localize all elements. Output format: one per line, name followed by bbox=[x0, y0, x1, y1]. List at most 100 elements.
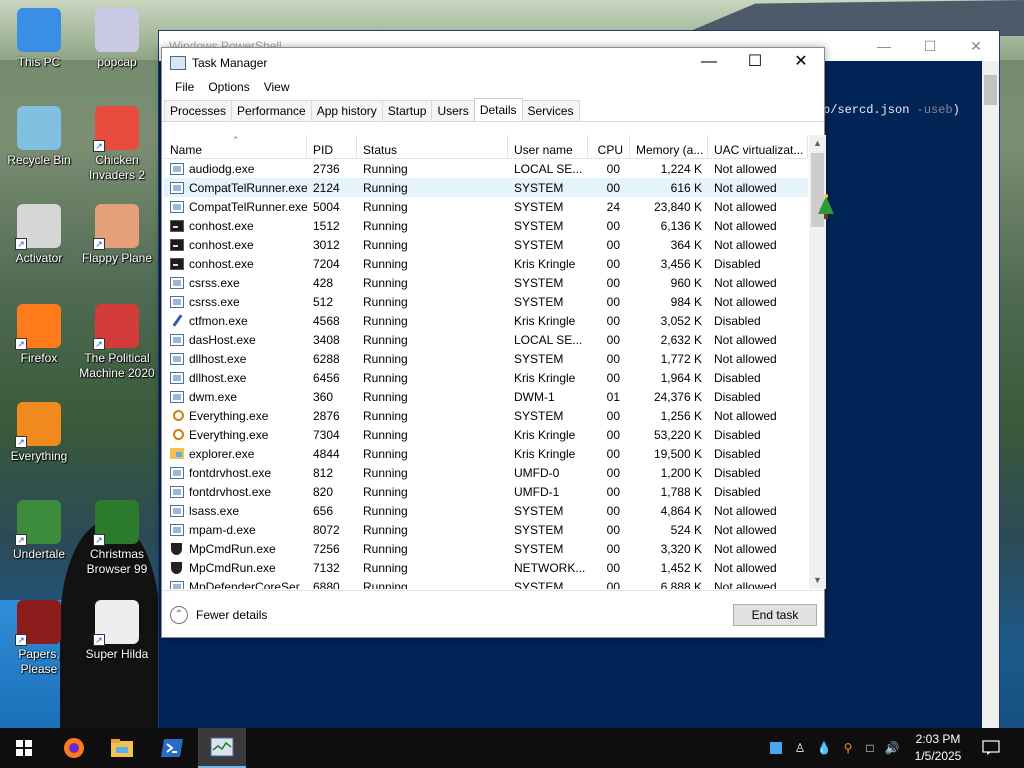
minimize-icon[interactable]: — bbox=[686, 48, 732, 78]
minimize-icon[interactable]: — bbox=[861, 31, 907, 61]
process-name: fontdrvhost.exe bbox=[189, 465, 272, 480]
tab-users[interactable]: Users bbox=[431, 100, 475, 121]
col-uac-virtualization-header[interactable]: UAC virtualizat... bbox=[708, 135, 808, 159]
table-row[interactable]: audiodg.exe 2736 Running LOCAL SE... 00 1,224… bbox=[164, 159, 808, 178]
super-hilda-shortcut[interactable]: ↗ Super Hilda bbox=[78, 600, 156, 662]
end-task-button[interactable]: End task bbox=[733, 604, 817, 626]
uac-cell: Not allowed bbox=[714, 503, 777, 518]
table-row[interactable]: MpCmdRun.exe 7256 Running SYSTEM 00 3,320 K No… bbox=[164, 539, 808, 558]
col-pid-header[interactable]: PID bbox=[307, 135, 357, 159]
app-window-icon bbox=[170, 333, 184, 346]
tray-app-icon[interactable] bbox=[768, 740, 784, 756]
taskbar-clock[interactable]: 2:03 PM 1/5/2025 bbox=[908, 731, 968, 765]
start-button[interactable] bbox=[0, 728, 48, 768]
table-row[interactable]: dllhost.exe 6456 Running Kris Kringle 00 1,96… bbox=[164, 368, 808, 387]
activator-shortcut[interactable]: ↗ Activator bbox=[0, 204, 78, 266]
pid-cell: 656 bbox=[313, 503, 334, 518]
firefox-shortcut[interactable]: ↗ Firefox bbox=[0, 304, 78, 366]
uac-cell: Not allowed bbox=[714, 161, 777, 176]
papers-please-shortcut[interactable]: ↗ Papers, Please bbox=[0, 600, 78, 677]
table-row[interactable]: dasHost.exe 3408 Running LOCAL SE... 00 2,632… bbox=[164, 330, 808, 349]
task-manager-titlebar[interactable]: Task Manager — ☐ ✕ bbox=[162, 48, 824, 78]
memory-cell: 6,136 K bbox=[660, 218, 702, 233]
table-row[interactable]: explorer.exe 4844 Running Kris Kringle 00 19,… bbox=[164, 444, 808, 463]
desktop-icon-label: Activator bbox=[15, 251, 63, 265]
process-name-cell: dasHost.exe bbox=[164, 333, 307, 347]
col-cpu-header[interactable]: CPU bbox=[588, 135, 630, 159]
process-name: explorer.exe bbox=[189, 446, 255, 461]
recycle-bin-shortcut[interactable]: Recycle Bin bbox=[0, 106, 78, 168]
tray-drop-icon[interactable]: 💧 bbox=[816, 740, 832, 756]
desktop-icon-label: Christmas Browser 99 bbox=[86, 547, 148, 576]
tray-everything-icon[interactable]: ⚲ bbox=[840, 740, 856, 756]
flappy-plane-shortcut[interactable]: ↗ Flappy Plane bbox=[78, 204, 156, 266]
flappy-plane-icon: ↗ bbox=[93, 204, 139, 250]
maximize-icon[interactable]: ☐ bbox=[907, 31, 953, 61]
task-manager-window[interactable]: Task Manager — ☐ ✕ File Options View Proce… bbox=[161, 47, 826, 638]
col-memory-header[interactable]: Memory (a... bbox=[630, 135, 708, 159]
powershell-scrollbar[interactable] bbox=[982, 61, 999, 729]
taskbar-firefox[interactable] bbox=[50, 728, 98, 768]
taskbar-file-explorer[interactable] bbox=[98, 728, 146, 768]
scroll-up-icon[interactable]: ▲ bbox=[809, 135, 826, 152]
process-name-cell: dllhost.exe bbox=[164, 371, 307, 385]
close-icon[interactable]: ✕ bbox=[778, 48, 824, 78]
table-row[interactable]: conhost.exe 3012 Running SYSTEM 00 364 K Not a… bbox=[164, 235, 808, 254]
table-row[interactable]: fontdrvhost.exe 812 Running UMFD-0 00 1,200 K… bbox=[164, 463, 808, 482]
tab-performance[interactable]: Performance bbox=[231, 100, 312, 121]
everything-shortcut[interactable]: ↗ Everything bbox=[0, 402, 78, 464]
table-row[interactable]: mpam-d.exe 8072 Running SYSTEM 00 524 K Not al… bbox=[164, 520, 808, 539]
network-icon[interactable]: □ bbox=[862, 740, 878, 756]
status-cell: Running bbox=[363, 560, 408, 575]
table-row[interactable]: csrss.exe 512 Running SYSTEM 00 984 K Not allo… bbox=[164, 292, 808, 311]
tray-people-icon[interactable]: ♙ bbox=[792, 740, 808, 756]
table-row[interactable]: fontdrvhost.exe 820 Running UMFD-1 00 1,788 K… bbox=[164, 482, 808, 501]
menu-options[interactable]: Options bbox=[201, 78, 256, 100]
tab-services[interactable]: Services bbox=[521, 100, 580, 121]
user-name-cell: LOCAL SE... bbox=[514, 161, 583, 176]
col-status-header[interactable]: Status bbox=[357, 135, 508, 159]
this-pc-shortcut[interactable]: This PC bbox=[0, 8, 78, 70]
table-row[interactable]: csrss.exe 428 Running SYSTEM 00 960 K Not allo… bbox=[164, 273, 808, 292]
table-row[interactable]: dllhost.exe 6288 Running SYSTEM 00 1,772 K Not… bbox=[164, 349, 808, 368]
volume-icon[interactable]: 🔊 bbox=[884, 740, 900, 756]
status-cell: Running bbox=[363, 294, 408, 309]
undertale-shortcut[interactable]: ↗ Undertale bbox=[0, 500, 78, 562]
process-name: MpDefenderCoreSer... bbox=[189, 579, 307, 590]
table-row[interactable]: ctfmon.exe 4568 Running Kris Kringle 00 3,052… bbox=[164, 311, 808, 330]
taskbar-powershell[interactable] bbox=[148, 728, 196, 768]
desktop-icon-label: Everything bbox=[10, 449, 68, 463]
chicken-invaders-shortcut[interactable]: ↗ Chicken Invaders 2 bbox=[78, 106, 156, 183]
table-row[interactable]: lsass.exe 656 Running SYSTEM 00 4,864 K Not al… bbox=[164, 501, 808, 520]
tab-processes[interactable]: Processes bbox=[164, 100, 233, 121]
table-row[interactable]: dwm.exe 360 Running DWM-1 01 24,376 K Disabled bbox=[164, 387, 808, 406]
table-row[interactable]: CompatTelRunner.exe 5004 Running SYSTEM 24 23… bbox=[164, 197, 808, 216]
tab-details[interactable]: Details bbox=[473, 98, 523, 121]
menu-view[interactable]: View bbox=[257, 78, 297, 100]
taskbar-task-manager[interactable] bbox=[198, 728, 246, 768]
tab-startup[interactable]: Startup bbox=[381, 100, 433, 121]
status-cell: Running bbox=[363, 408, 408, 423]
christmas-browser-shortcut[interactable]: ↗ Christmas Browser 99 bbox=[78, 500, 156, 577]
powershell-scroll-thumb[interactable] bbox=[984, 75, 997, 105]
popcap-shortcut[interactable]: popcap bbox=[78, 8, 156, 70]
table-row[interactable]: conhost.exe 7204 Running Kris Kringle 00 3,45… bbox=[164, 254, 808, 273]
maximize-icon[interactable]: ☐ bbox=[732, 48, 778, 78]
scroll-down-icon[interactable]: ▼ bbox=[809, 572, 826, 589]
table-row[interactable]: Everything.exe 2876 Running SYSTEM 00 1,256 K… bbox=[164, 406, 808, 425]
tab-app-history[interactable]: App history bbox=[310, 100, 383, 121]
table-row[interactable]: Everything.exe 7304 Running Kris Kringle 00 5… bbox=[164, 425, 808, 444]
desktop-icon-label: The Political Machine 2020 bbox=[79, 351, 155, 380]
table-row[interactable]: MpDefenderCoreSer... 6880 Running SYSTEM 00 6… bbox=[164, 577, 808, 589]
shortcut-arrow-icon: ↗ bbox=[93, 338, 105, 350]
menu-file[interactable]: File bbox=[168, 78, 201, 100]
table-row[interactable]: CompatTelRunner.exe 2124 Running SYSTEM 00 61… bbox=[164, 178, 808, 197]
process-name-cell: dwm.exe bbox=[164, 390, 307, 404]
political-machine-shortcut[interactable]: ↗ The Political Machine 2020 bbox=[78, 304, 156, 381]
table-row[interactable]: MpCmdRun.exe 7132 Running NETWORK... 00 1,452… bbox=[164, 558, 808, 577]
fewer-details-button[interactable]: ⌃ Fewer details bbox=[170, 606, 267, 624]
col-user-name-header[interactable]: User name bbox=[508, 135, 588, 159]
table-row[interactable]: conhost.exe 1512 Running SYSTEM 00 6,136 K Not… bbox=[164, 216, 808, 235]
close-icon[interactable]: ✕ bbox=[953, 31, 999, 61]
notification-center-icon[interactable] bbox=[982, 739, 1000, 757]
